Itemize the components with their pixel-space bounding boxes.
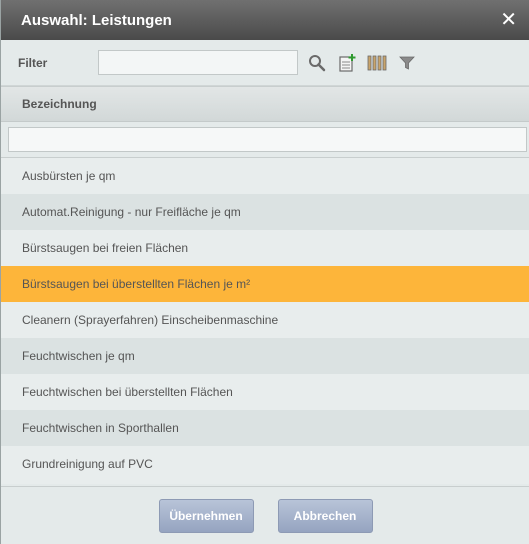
funnel-icon[interactable]	[396, 52, 418, 74]
dialog-footer: Übernehmen Abbrechen	[1, 486, 529, 544]
list-item[interactable]: Cleanern (Sprayerfahren) Einscheibenmasc…	[1, 302, 529, 338]
columns-icon[interactable]	[366, 52, 388, 74]
list-item-label: Bürstsaugen bei überstellten Flächen je …	[22, 277, 251, 291]
service-list: Ausbürsten je qm Automat.Reinigung - nur …	[1, 158, 529, 484]
column-filter-row	[1, 122, 529, 158]
close-icon[interactable]: ✕	[500, 10, 517, 30]
filter-label: Filter	[18, 55, 48, 70]
list-item-label: Ausbürsten je qm	[22, 169, 116, 183]
list-item-label: Feuchtwischen bei überstellten Flächen	[22, 385, 233, 399]
column-header-label: Bezeichnung	[22, 97, 97, 111]
list-item[interactable]: Feuchtwischen je qm	[1, 338, 529, 374]
search-icon[interactable]	[306, 52, 328, 74]
list-item-label: Grundreinigung auf PVC	[22, 457, 153, 471]
dialog-title: Auswahl: Leistungen	[21, 11, 172, 29]
apply-button[interactable]: Übernehmen	[158, 498, 254, 533]
list-item[interactable]: Ausbürsten je qm	[1, 158, 529, 194]
list-item-selected[interactable]: Bürstsaugen bei überstellten Flächen je …	[1, 266, 529, 302]
cancel-button[interactable]: Abbrechen	[277, 498, 373, 533]
list-item[interactable]: Bürstsaugen bei freien Flächen	[1, 230, 529, 266]
filter-toolbar: Filter	[1, 40, 529, 86]
list-item[interactable]: Grundreinigung auf PVC	[1, 446, 529, 482]
list-item-label: Bürstsaugen bei freien Flächen	[22, 241, 189, 255]
list-item[interactable]: Automat.Reinigung - nur Freifläche je qm	[1, 194, 529, 230]
list-item[interactable]: Feuchtwischen in Sporthallen	[1, 410, 529, 446]
add-document-icon[interactable]	[336, 52, 358, 74]
dialog-titlebar[interactable]: Auswahl: Leistungen ✕	[1, 0, 529, 40]
column-filter-input[interactable]	[8, 127, 527, 152]
column-header[interactable]: Bezeichnung	[1, 86, 529, 122]
selection-dialog: Auswahl: Leistungen ✕ Filter Bezeichnung…	[0, 0, 529, 544]
list-item-label: Cleanern (Sprayerfahren) Einscheibenmasc…	[22, 313, 279, 327]
list-item-label: Feuchtwischen in Sporthallen	[22, 421, 179, 435]
list-item-label: Feuchtwischen je qm	[22, 349, 135, 363]
list-item[interactable]: Feuchtwischen bei überstellten Flächen	[1, 374, 529, 410]
list-item-label: Automat.Reinigung - nur Freifläche je qm	[22, 205, 241, 219]
filter-input[interactable]	[98, 50, 298, 75]
